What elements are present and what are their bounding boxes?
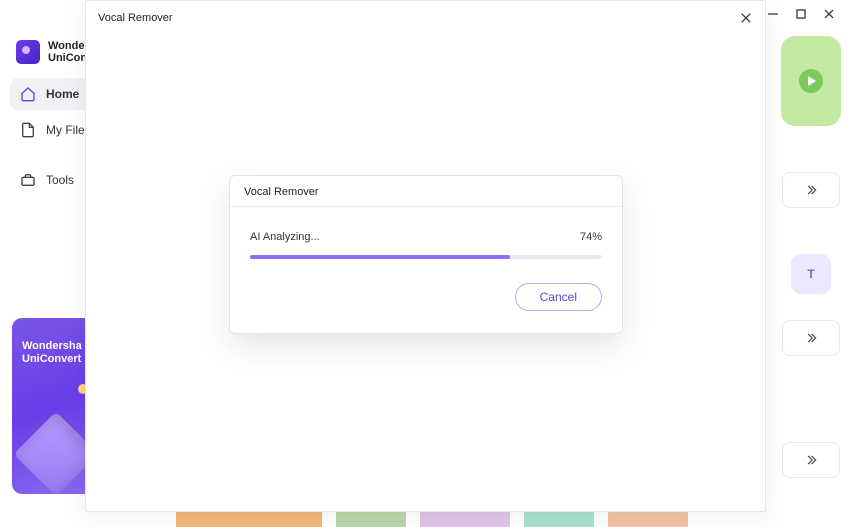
- promo-line2: UniConvert: [22, 353, 90, 366]
- maximize-button[interactable]: [794, 7, 808, 21]
- next-button-3[interactable]: [782, 442, 840, 478]
- minimize-button[interactable]: [766, 7, 780, 21]
- play-icon: [799, 69, 823, 93]
- thumbnail-chunk: [176, 511, 322, 527]
- cancel-button[interactable]: Cancel: [515, 283, 602, 311]
- progress-body: AI Analyzing... 74%: [230, 207, 622, 269]
- next-button-2[interactable]: [782, 320, 840, 356]
- home-icon: [20, 86, 36, 102]
- toolbox-icon: [20, 172, 36, 188]
- progress-status-text: AI Analyzing...: [250, 231, 320, 243]
- file-icon: [20, 122, 36, 138]
- right-tiles: T: [772, 36, 850, 478]
- thumbnail-chunk: [336, 511, 406, 527]
- text-tool-icon: T: [807, 267, 814, 281]
- progress-bar: [250, 255, 602, 259]
- sidebar-item-label: Home: [46, 87, 79, 101]
- progress-percent-text: 74%: [580, 231, 602, 243]
- modal-title: Vocal Remover: [98, 12, 173, 24]
- sidebar-item-label: Tools: [46, 173, 74, 187]
- feature-tile-text[interactable]: T: [791, 254, 831, 294]
- feature-tile-video[interactable]: [781, 36, 841, 126]
- next-button-1[interactable]: [782, 172, 840, 208]
- sidebar-item-label: My File: [46, 123, 85, 137]
- thumbnail-chunk: [420, 511, 510, 527]
- brand-icon: [16, 40, 40, 64]
- progress-bar-fill: [250, 255, 510, 259]
- close-modal-button[interactable]: [737, 9, 755, 27]
- progress-dialog-title: Vocal Remover: [230, 176, 622, 207]
- progress-dialog: Vocal Remover AI Analyzing... 74% Cancel: [229, 175, 623, 334]
- bottom-thumbnails: [176, 511, 688, 527]
- progress-footer: Cancel: [230, 269, 622, 333]
- vocal-remover-window: Vocal Remover Vocal Remover AI Analyzing…: [85, 0, 766, 512]
- modal-header: Vocal Remover: [86, 1, 765, 23]
- thumbnail-chunk: [524, 511, 594, 527]
- window-controls: [766, 0, 850, 28]
- close-button[interactable]: [822, 7, 836, 21]
- progress-status-row: AI Analyzing... 74%: [250, 231, 602, 243]
- thumbnail-chunk: [608, 511, 688, 527]
- promo-line1: Wondersha: [22, 340, 90, 353]
